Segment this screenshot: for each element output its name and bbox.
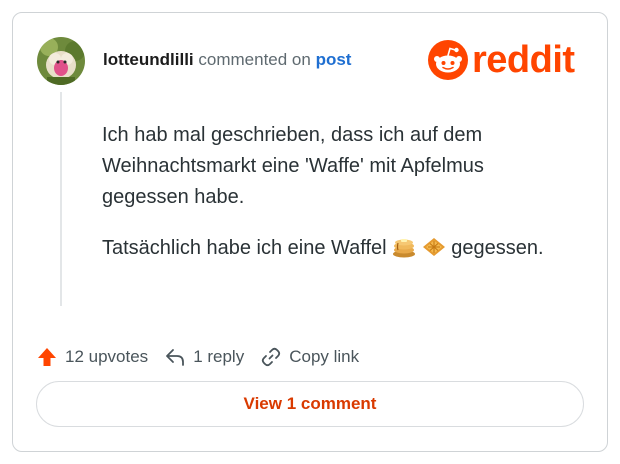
thread-line: [60, 92, 62, 306]
reddit-snoo-icon: [428, 40, 468, 80]
comment-actions: 12 upvotes 1 reply Copy link: [36, 344, 359, 370]
upvote-arrow-icon: [38, 348, 56, 366]
username-link[interactable]: lotteundlilli: [103, 50, 194, 69]
paragraph-2-text-before: Tatsächlich habe ich eine Waffel: [102, 237, 387, 259]
upvote-count: 12 upvotes: [65, 347, 149, 366]
comment-paragraph-1: Ich hab mal geschrieben, dass ich auf de…: [102, 124, 484, 208]
link-icon: [262, 347, 281, 367]
reddit-logo[interactable]: reddit: [428, 40, 575, 80]
reply-count: 1 reply: [193, 347, 245, 366]
pancakes-emoji-icon: [392, 236, 416, 268]
post-link[interactable]: post: [316, 50, 352, 69]
copy-link-button[interactable]: Copy link: [260, 346, 359, 368]
comment-header: lotteundlilli commented on post: [103, 49, 351, 71]
reply-arrow-icon: [166, 349, 185, 366]
comment-body: Ich hab mal geschrieben, dass ich auf de…: [102, 120, 572, 288]
commented-on-text: commented on: [198, 50, 311, 69]
avatar-image: [37, 37, 85, 85]
comment-paragraph-2: Tatsächlich habe ich eine Waffel gegesse…: [102, 233, 572, 268]
view-comments-button[interactable]: View 1 comment: [36, 381, 584, 427]
upvote-button[interactable]: 12 upvotes: [36, 346, 148, 368]
avatar[interactable]: [37, 37, 85, 85]
reddit-wordmark: reddit: [472, 39, 575, 81]
waffle-emoji-icon: [422, 236, 446, 268]
copy-link-label: Copy link: [289, 347, 360, 366]
paragraph-2-text-after: gegessen.: [451, 237, 544, 259]
reply-button[interactable]: 1 reply: [164, 346, 244, 368]
